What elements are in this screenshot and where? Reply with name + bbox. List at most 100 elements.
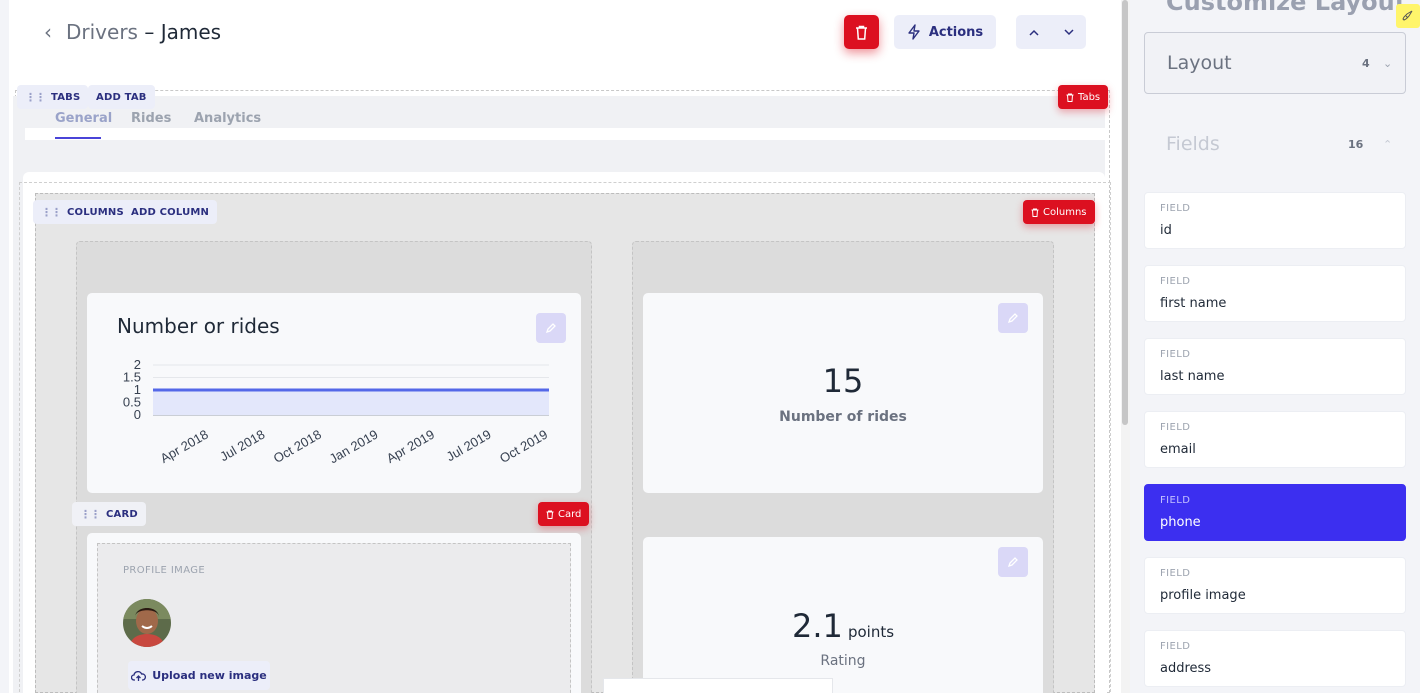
chart-card: Number or rides 2 1.5 1 0.5 0 Apr 2018 Jul 201… [87, 293, 581, 493]
tab-rides[interactable]: Rides [131, 111, 171, 126]
rides-value: 15 [822, 362, 864, 400]
edit-rating-metric-button[interactable] [998, 547, 1028, 577]
field-caption: FIELD [1160, 349, 1191, 360]
record-name: James [160, 20, 222, 44]
delete-record-button[interactable] [844, 15, 879, 49]
field-caption: FIELD [1160, 495, 1191, 506]
previous-record-button[interactable] [1016, 15, 1051, 49]
layout-label: Layout [1167, 52, 1232, 74]
field-item-phone[interactable]: FIELD phone [1144, 484, 1406, 541]
field-item-id[interactable]: FIELD id [1144, 192, 1406, 249]
x-tick-label: Oct 2019 [497, 427, 550, 466]
fields-count: 16 [1348, 138, 1364, 151]
drag-handle-icon: ⋮⋮ [80, 507, 101, 521]
x-tick-label: Oct 2018 [271, 427, 324, 466]
pencil-icon [545, 323, 556, 334]
actions-button[interactable]: Actions [894, 15, 996, 49]
field-name: last name [1160, 369, 1225, 384]
x-tick-label: Apr 2019 [384, 427, 437, 466]
field-caption: FIELD [1160, 568, 1191, 579]
columns-drag-chip[interactable]: ⋮⋮ COLUMNS [33, 200, 132, 224]
field-item-profile-image[interactable]: FIELD profile image [1144, 557, 1406, 614]
cloud-upload-icon [131, 670, 147, 681]
delete-tabs-button[interactable]: Tabs [1058, 85, 1109, 109]
field-name: email [1160, 442, 1196, 457]
tabs-chip-label: TABS [51, 91, 81, 103]
sidebar-title: Customize Layout [1166, 0, 1407, 16]
x-tick-label: Apr 2018 [158, 427, 211, 466]
upload-image-button[interactable]: Upload new image [128, 661, 270, 690]
drag-handle-icon: ⋮⋮ [25, 90, 46, 104]
field-name: phone [1160, 515, 1201, 530]
avatar [123, 599, 171, 647]
chart-title: Number or rides [117, 314, 280, 338]
add-tab-label: ADD TAB [96, 91, 147, 103]
layout-section[interactable]: Layout 4 ⌄ [1144, 32, 1406, 94]
edit-rides-metric-button[interactable] [998, 303, 1028, 333]
delete-columns-label: Columns [1043, 206, 1087, 218]
layout-count: 4 [1362, 57, 1370, 70]
pencil-icon [1007, 313, 1018, 324]
tabs-underline-area [25, 128, 1105, 140]
trash-icon [1031, 208, 1039, 217]
x-tick-label: Jul 2019 [444, 427, 494, 465]
y-tick-label: 0 [134, 407, 141, 422]
chevron-up-icon [1028, 29, 1039, 36]
drag-placeholder [603, 678, 833, 693]
chevron-down-icon [1063, 28, 1074, 35]
field-item-last-name[interactable]: FIELD last name [1144, 338, 1406, 395]
chevron-up-icon[interactable]: ⌃ [1383, 138, 1392, 151]
field-item-first-name[interactable]: FIELD first name [1144, 265, 1406, 322]
separator: – [144, 20, 155, 44]
area-fill [153, 390, 549, 415]
add-column-label: ADD COLUMN [131, 206, 210, 218]
rating-unit: points [847, 623, 895, 641]
customize-layout-sidebar: Customize Layout Layout 4 ⌄ Fields 16 ⌃ … [1130, 0, 1420, 693]
tab-general[interactable]: General [55, 111, 112, 126]
back-chevron-icon[interactable]: ‹ [44, 22, 64, 42]
x-tick-label: Jan 2019 [327, 427, 381, 467]
x-tick-label: Jul 2018 [217, 427, 267, 465]
card-chip-label: CARD [106, 508, 138, 520]
main-scrollbar-thumb[interactable] [1122, 0, 1128, 425]
add-column-button[interactable]: ADD COLUMN [123, 200, 218, 224]
trash-icon [546, 510, 554, 519]
delete-card-label: Card [558, 508, 582, 520]
profile-image-label: PROFILE IMAGE [123, 565, 206, 576]
delete-tabs-label: Tabs [1078, 91, 1101, 103]
field-name: id [1160, 223, 1172, 238]
columns-chip-label: COLUMNS [67, 206, 124, 218]
field-caption: FIELD [1160, 276, 1191, 287]
field-caption: FIELD [1160, 422, 1191, 433]
card-drag-chip[interactable]: ⋮⋮ CARD [72, 502, 146, 526]
tab-analytics[interactable]: Analytics [194, 111, 261, 126]
rocket-icon[interactable] [1396, 4, 1420, 28]
field-caption: FIELD [1160, 203, 1191, 214]
field-name: first name [1160, 296, 1227, 311]
record-nav [1016, 15, 1086, 49]
edit-chart-button[interactable] [536, 313, 566, 343]
actions-label: Actions [928, 24, 984, 40]
breadcrumb-drivers[interactable]: Drivers [66, 20, 138, 44]
delete-card-button[interactable]: Card [538, 502, 590, 526]
next-record-button[interactable] [1051, 15, 1086, 49]
trash-icon [1066, 93, 1074, 102]
field-item-address[interactable]: FIELD address [1144, 630, 1406, 687]
add-tab-button[interactable]: ADD TAB [88, 85, 155, 109]
field-name: profile image [1160, 588, 1246, 603]
rocket-glyph [1402, 10, 1413, 21]
upload-image-label: Upload new image [152, 669, 267, 682]
field-item-email[interactable]: FIELD email [1144, 411, 1406, 468]
fields-section-label[interactable]: Fields [1166, 133, 1220, 155]
main-canvas: ‹ Drivers – James Actions General Rides … [9, 0, 1121, 693]
delete-columns-button[interactable]: Columns [1023, 200, 1095, 224]
rides-chart: 21.510.50Apr 2018 Jul 2018 Oct 2018 Jan 201… [123, 357, 550, 467]
pencil-icon [1007, 557, 1018, 568]
drag-handle-icon: ⋮⋮ [41, 205, 62, 219]
chevron-down-icon: ⌄ [1383, 57, 1393, 70]
rating-label: Rating [820, 653, 866, 669]
tabs-drag-chip[interactable]: ⋮⋮ TABS [17, 85, 89, 109]
rating-metric-card: 2.1 points Rating [643, 537, 1043, 693]
rides-metric-card: 15 Number of rides [643, 293, 1043, 493]
field-caption: FIELD [1160, 641, 1191, 652]
